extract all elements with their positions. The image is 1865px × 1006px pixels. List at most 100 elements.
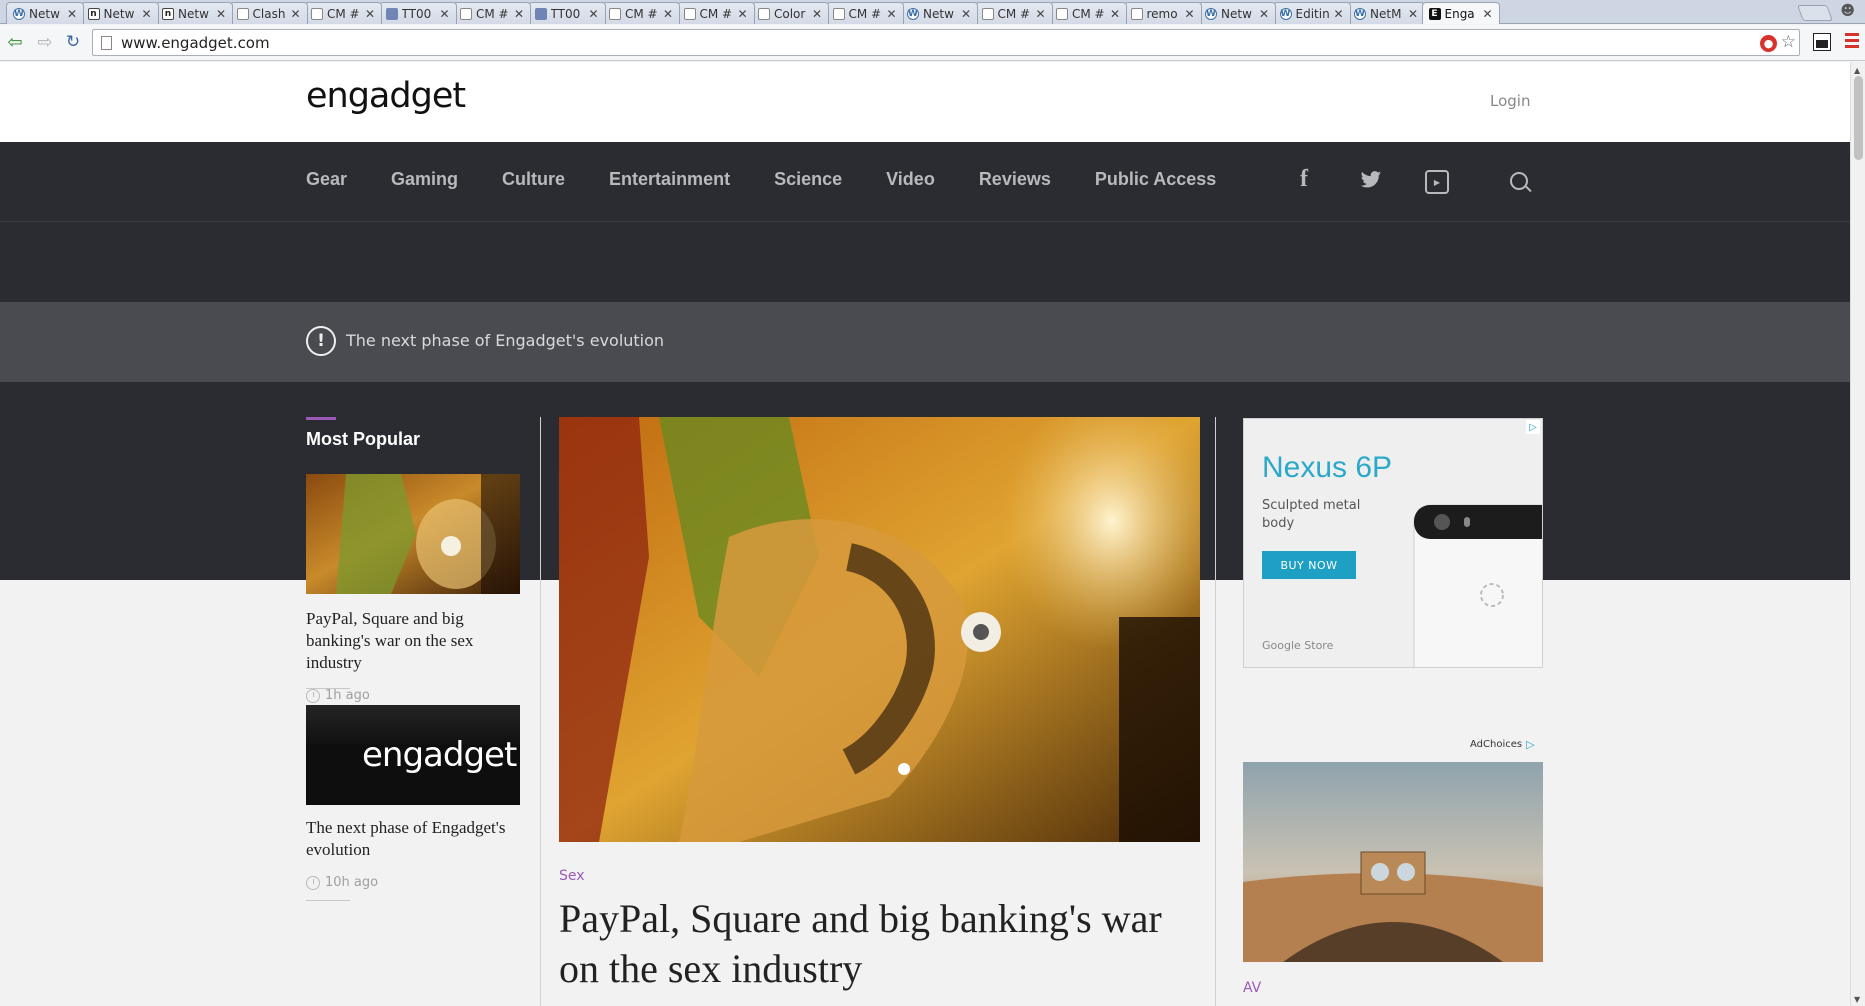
extension-icon[interactable] [1813, 33, 1831, 51]
close-tab-icon[interactable]: ✕ [1035, 7, 1045, 21]
ad-info-icon[interactable]: ▷ [1526, 420, 1540, 434]
browser-tab[interactable]: CM # ✕ [1049, 2, 1127, 24]
scroll-up-icon[interactable]: ▲ [1854, 66, 1860, 75]
popular-item-headline[interactable]: PayPal, Square and big banking's war on … [306, 608, 520, 674]
adchoices-text[interactable]: AdChoices [1470, 739, 1522, 750]
browser-tab[interactable]: W Netw ✕ [6, 2, 84, 24]
browser-tab[interactable]: TT00 ✕ [378, 2, 457, 24]
scroll-thumb[interactable] [1854, 76, 1863, 160]
main-story-image[interactable] [559, 417, 1200, 842]
browser-tab[interactable]: Color ✕ [751, 2, 829, 24]
ad-title[interactable]: Nexus 6P [1262, 451, 1392, 485]
back-button[interactable]: ⇦ [4, 31, 26, 53]
adblock-icon[interactable]: ● [1760, 35, 1777, 52]
login-link[interactable]: Login [1490, 92, 1530, 110]
close-tab-icon[interactable]: ✕ [961, 7, 971, 21]
phone-image [1413, 504, 1542, 667]
popular-item-thumbnail[interactable] [306, 474, 520, 594]
popular-item[interactable]: engadget The next phase of Engadget's ev… [306, 705, 520, 890]
popular-item-thumbnail[interactable]: engadget [306, 705, 520, 805]
browser-tab[interactable]: W Editin ✕ [1272, 2, 1351, 24]
close-tab-icon[interactable]: ✕ [514, 7, 524, 21]
engadget-logo[interactable]: engadget [306, 76, 466, 116]
forward-button[interactable]: ⇨ [34, 31, 56, 53]
main-story-headline[interactable]: PayPal, Square and big banking's war on … [559, 894, 1199, 994]
browser-tab[interactable]: W Netw ✕ [900, 2, 978, 24]
reload-button[interactable]: ↻ [62, 31, 84, 53]
nav-public-access[interactable]: Public Access [1095, 169, 1216, 190]
close-tab-icon[interactable]: ✕ [290, 7, 300, 21]
close-tab-icon[interactable]: ✕ [1259, 7, 1269, 21]
browser-tab[interactable]: CM # ✕ [304, 2, 382, 24]
nav-gaming[interactable]: Gaming [391, 169, 458, 190]
close-tab-icon[interactable]: ✕ [588, 7, 598, 21]
twitter-icon[interactable] [1360, 170, 1382, 195]
browser-tab[interactable]: CM # ✕ [676, 2, 755, 24]
user-icon[interactable]: ☻ [1840, 3, 1855, 19]
browser-tab[interactable]: n Netw ✕ [155, 2, 233, 24]
close-tab-icon[interactable]: ✕ [439, 7, 449, 21]
close-tab-icon[interactable]: ✕ [1482, 7, 1492, 21]
close-tab-icon[interactable]: ✕ [1110, 7, 1120, 21]
notice-banner[interactable]: ! The next phase of Engadget's evolution [0, 302, 1850, 382]
close-tab-icon[interactable]: ✕ [216, 7, 226, 21]
browser-tab[interactable]: n Netw ✕ [80, 2, 159, 24]
side-story-image[interactable] [1243, 762, 1543, 962]
address-bar[interactable]: www.engadget.com ● ☆ [92, 29, 1800, 56]
close-tab-icon[interactable]: ✕ [67, 7, 77, 21]
search-icon[interactable] [1510, 172, 1528, 190]
nav-culture[interactable]: Culture [502, 169, 565, 190]
close-tab-icon[interactable]: ✕ [1333, 7, 1343, 21]
browser-tab[interactable]: W Netw ✕ [1198, 2, 1276, 24]
url-text[interactable]: www.engadget.com [121, 34, 270, 52]
close-tab-icon[interactable]: ✕ [812, 7, 822, 21]
close-tab-icon[interactable]: ✕ [886, 7, 896, 21]
clock-icon [306, 688, 320, 703]
close-tab-icon[interactable]: ✕ [737, 7, 747, 21]
browser-tab[interactable]: CM # ✕ [453, 2, 531, 24]
nav-reviews[interactable]: Reviews [979, 169, 1051, 190]
nav-science[interactable]: Science [774, 169, 842, 190]
browser-tab[interactable]: remo ✕ [1123, 2, 1202, 24]
doc-icon [460, 7, 472, 20]
tab-title: CM # [1072, 6, 1105, 21]
adchoices-link[interactable]: AdChoices ▷ [1470, 738, 1535, 751]
item-divider [306, 688, 350, 689]
adchoices-icon[interactable]: ▷ [1526, 738, 1534, 751]
browser-tab[interactable]: E Enga ✕ [1421, 2, 1500, 24]
browser-tab[interactable]: TT00 ✕ [527, 2, 606, 24]
buy-now-button[interactable]: BUY NOW [1262, 551, 1356, 579]
new-tab-button[interactable] [1797, 5, 1833, 21]
bookmark-star-icon[interactable]: ☆ [1781, 32, 1796, 52]
close-tab-icon[interactable]: ✕ [141, 7, 151, 21]
popular-item-headline[interactable]: The next phase of Engadget's evolution [306, 817, 520, 861]
browser-tab[interactable]: CM # ✕ [602, 2, 680, 24]
facebook-icon[interactable]: f [1300, 166, 1308, 193]
tab-title: Clash [252, 6, 286, 21]
tab-title: Enga [1444, 6, 1475, 21]
page-scrollbar[interactable]: ▲ ▼ [1850, 62, 1865, 1006]
main-story-category[interactable]: Sex [559, 868, 585, 884]
close-tab-icon[interactable]: ✕ [365, 7, 375, 21]
tab-title: Netw [923, 6, 954, 21]
column-divider [540, 417, 541, 1006]
nexus-ad[interactable]: ▷ Nexus 6P Sculpted metal body BUY NOW G… [1243, 418, 1543, 668]
notice-text[interactable]: The next phase of Engadget's evolution [346, 331, 664, 350]
scroll-down-icon[interactable]: ▼ [1854, 995, 1860, 1004]
close-tab-icon[interactable]: ✕ [663, 7, 673, 21]
nav-gear[interactable]: Gear [306, 169, 347, 190]
close-tab-icon[interactable]: ✕ [1184, 7, 1194, 21]
browser-tab[interactable]: Clash ✕ [229, 2, 308, 24]
close-tab-icon[interactable]: ✕ [1408, 7, 1418, 21]
nav-entertainment[interactable]: Entertainment [609, 169, 730, 190]
doc-icon [1130, 7, 1143, 20]
browser-tab[interactable]: W NetM ✕ [1347, 2, 1425, 24]
youtube-icon[interactable]: ▶ [1425, 170, 1449, 194]
menu-icon[interactable] [1845, 33, 1859, 51]
side-story-category[interactable]: AV [1243, 980, 1261, 996]
browser-tab[interactable]: CM # ✕ [825, 2, 904, 24]
nav-video[interactable]: Video [886, 169, 935, 190]
browser-tab[interactable]: CM # ✕ [974, 2, 1053, 24]
page-viewport: engadget Login Gear Gaming Culture Enter… [0, 62, 1850, 1006]
popular-item[interactable]: PayPal, Square and big banking's war on … [306, 474, 520, 703]
